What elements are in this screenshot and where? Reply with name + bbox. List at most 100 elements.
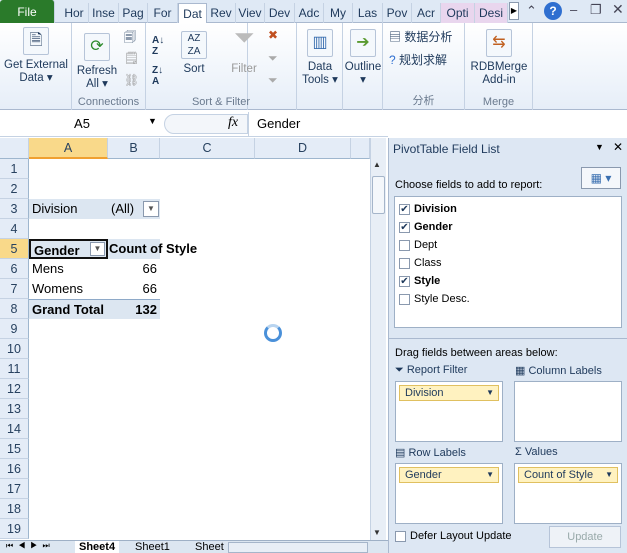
row-header[interactable]: 19 (0, 519, 29, 539)
tab-page-layout[interactable]: Pag (119, 3, 148, 23)
scroll-thumb[interactable] (372, 176, 385, 214)
row-header[interactable]: 4 (0, 219, 29, 239)
tab-my[interactable]: My (324, 3, 353, 23)
minimize-icon[interactable]: – (570, 2, 577, 17)
row-header[interactable]: 1 (0, 159, 29, 179)
tab-acrobat[interactable]: Acr (412, 3, 441, 23)
field-checkbox[interactable] (399, 257, 410, 269)
row-header[interactable]: 17 (0, 479, 29, 499)
outline-button[interactable]: ➔ Outline ▾ (340, 29, 386, 87)
tab-file[interactable]: File (0, 0, 55, 23)
row-header[interactable]: 13 (0, 399, 29, 419)
row-labels-dropdown-button[interactable]: ▼ (90, 242, 105, 256)
select-all[interactable] (0, 138, 29, 159)
minimize-ribbon-icon[interactable]: ⌃ (526, 3, 537, 19)
sort-a-z-button[interactable]: A↓ Z (152, 35, 164, 57)
field-checkbox[interactable]: ✔ (399, 221, 410, 233)
sheet-nav-icon[interactable]: ⏮◀▶⏭ (6, 541, 55, 551)
tab-las[interactable]: Las (353, 3, 383, 23)
field-checkbox[interactable] (399, 293, 410, 305)
row-header[interactable]: 16 (0, 459, 29, 479)
advanced-filter-icon[interactable]: ⏷ (268, 73, 278, 88)
help-icon[interactable]: ? (544, 2, 562, 20)
data-tools-button[interactable]: ▥ Data Tools ▾ (300, 29, 340, 87)
values-field-pill[interactable]: Count of Style ▼ (518, 467, 618, 483)
tab-design[interactable]: Desi (475, 3, 508, 23)
field-item[interactable]: ✔ Gender (399, 218, 453, 236)
sheet-tab[interactable]: Sheet (195, 541, 224, 553)
tab-home[interactable]: Hor (60, 3, 89, 23)
rdbmerge-button[interactable]: ⇆ RDBMerge Add-in (467, 29, 531, 87)
row-header[interactable]: 12 (0, 379, 29, 399)
row-field-pill[interactable]: Gender ▼ (399, 467, 499, 483)
get-external-data-button[interactable]: 🗎 Get External Data ▾ (3, 27, 69, 85)
column-labels-area[interactable] (514, 381, 622, 442)
field-item[interactable]: Dept (399, 236, 437, 254)
tab-options[interactable]: Opti (441, 3, 475, 23)
row-header[interactable]: 15 (0, 439, 29, 459)
values-area[interactable]: Count of Style ▼ (514, 463, 622, 524)
refresh-all-button[interactable]: ⟳ Refresh All ▾ (74, 33, 120, 91)
field-checkbox[interactable]: ✔ (399, 275, 410, 287)
row-header[interactable]: 3 (0, 199, 29, 219)
row-header[interactable]: 10 (0, 339, 29, 359)
field-item[interactable]: ✔ Division (399, 200, 457, 218)
field-checkbox[interactable]: ✔ (399, 203, 410, 215)
formula-input[interactable]: Gender (248, 112, 388, 136)
column-header-c[interactable]: C (160, 138, 255, 159)
row-header[interactable]: 9 (0, 319, 29, 339)
properties-icon[interactable]: 🗒 (124, 51, 139, 65)
connections-icon[interactable]: 🗐 (124, 28, 136, 49)
edit-links-icon[interactable]: ⛓ (124, 73, 139, 87)
tab-review[interactable]: Rev (207, 3, 236, 23)
sort-button[interactable]: AZ ZA Sort (176, 31, 212, 76)
sheet-tab-active[interactable]: Sheet4 (75, 541, 120, 553)
column-header-d[interactable]: D (255, 138, 351, 159)
update-button[interactable]: Update (549, 526, 621, 548)
layout-options-button[interactable]: ▦ ▾ (581, 167, 621, 189)
vertical-scrollbar[interactable]: ▲ ▼ (370, 138, 386, 540)
filter-dropdown-button[interactable]: ▼ (143, 201, 159, 217)
tab-insert[interactable]: Inse (89, 3, 119, 23)
field-item[interactable]: ✔ Style (399, 272, 440, 290)
tab-data[interactable]: Dat (178, 3, 207, 24)
row-header[interactable]: 5 (0, 239, 29, 259)
reapply-icon[interactable]: ⏷ (268, 51, 278, 66)
insert-function-icon[interactable]: fx (228, 115, 238, 131)
field-checkbox[interactable] (399, 239, 410, 251)
row-header[interactable]: 14 (0, 419, 29, 439)
report-filter-area[interactable]: Division ▼ (395, 381, 503, 442)
row-header[interactable]: 7 (0, 279, 29, 299)
data-analysis-button[interactable]: ▤ 数据分析 (389, 28, 452, 45)
filter-field-pill[interactable]: Division ▼ (399, 385, 499, 401)
pane-menu-icon[interactable]: ▼ (595, 142, 604, 152)
defer-layout-checkbox[interactable]: Defer Layout Update (395, 530, 512, 542)
solver-button[interactable]: ? 规划求解 (389, 51, 447, 68)
field-item[interactable]: Style Desc. (399, 290, 470, 308)
clear-filter-icon[interactable]: ✖ (268, 28, 278, 42)
tab-view[interactable]: Viev (236, 3, 265, 23)
row-header[interactable]: 6 (0, 259, 29, 279)
tab-formulas[interactable]: For (148, 3, 178, 23)
restore-icon[interactable]: ❐ (590, 2, 602, 18)
tab-scroll-right[interactable]: ▶ (509, 2, 519, 20)
checkbox[interactable] (395, 530, 406, 542)
close-icon[interactable]: ✕ (612, 1, 624, 18)
row-labels-area[interactable]: Gender ▼ (395, 463, 503, 524)
row-header[interactable]: 11 (0, 359, 29, 379)
horizontal-scrollbar[interactable] (228, 542, 368, 553)
name-box[interactable]: A5 (4, 114, 160, 134)
tab-developer[interactable]: Dev (265, 3, 295, 23)
field-item[interactable]: Class (399, 254, 442, 272)
row-header[interactable]: 2 (0, 179, 29, 199)
row-header[interactable]: 8 (0, 299, 29, 319)
column-header-a[interactable]: A (29, 138, 108, 159)
column-header-b[interactable]: B (108, 138, 160, 159)
tab-addins[interactable]: Adc (295, 3, 324, 23)
name-box-dropdown-icon[interactable]: ▼ (148, 116, 157, 126)
sheet-tab[interactable]: Sheet1 (135, 541, 170, 553)
tab-power[interactable]: Pov (383, 3, 412, 23)
pane-close-icon[interactable]: ✕ (613, 140, 623, 154)
row-header[interactable]: 18 (0, 499, 29, 519)
sort-z-a-button[interactable]: Z↓ A (152, 65, 163, 87)
